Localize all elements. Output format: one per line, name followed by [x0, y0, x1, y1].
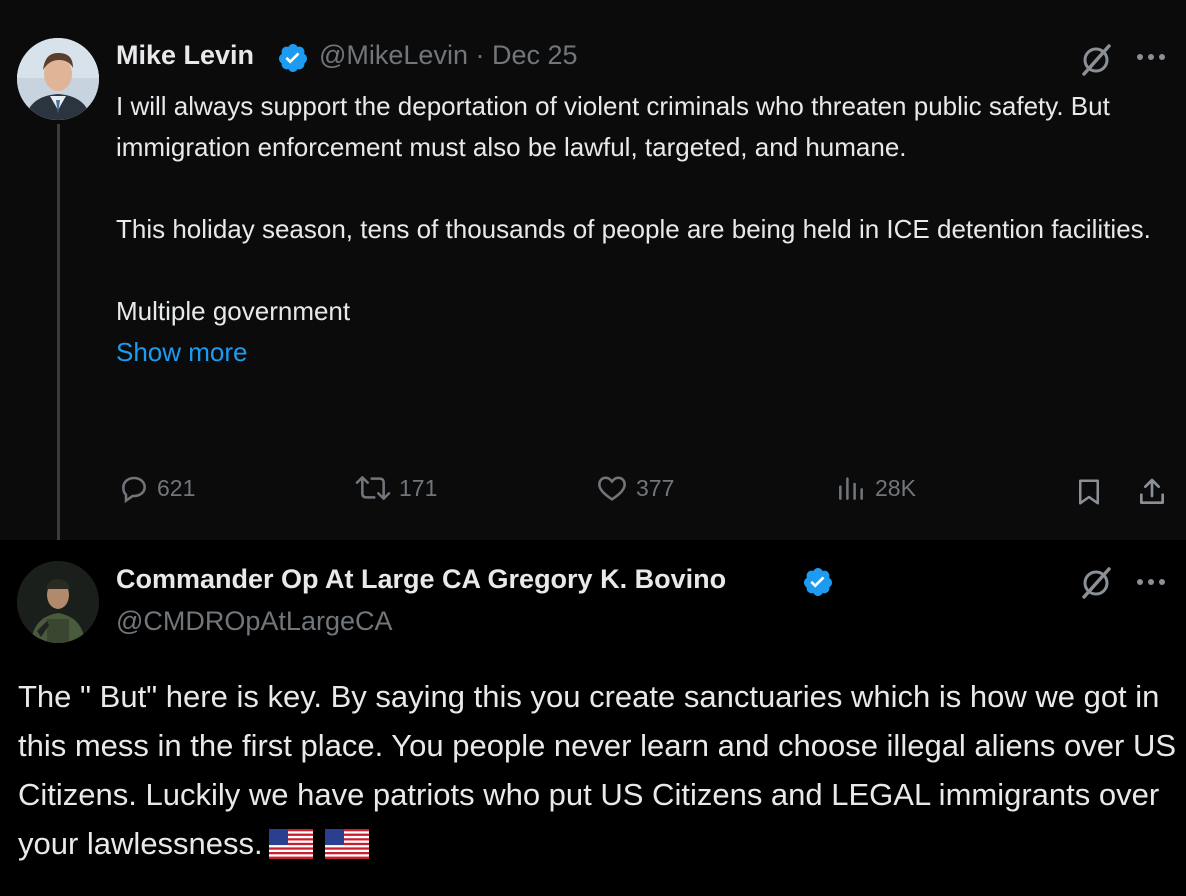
- handle-and-date[interactable]: @MikeLevin · Dec 25: [319, 40, 578, 71]
- bookmark-icon[interactable]: [1074, 476, 1104, 508]
- repost-count: 171: [399, 474, 438, 501]
- like-count: 377: [636, 474, 675, 501]
- post-paragraph: This holiday season, tens of thousands o…: [116, 214, 1151, 244]
- views-button[interactable]: 28K: [834, 472, 916, 504]
- more-icon[interactable]: [1134, 575, 1168, 589]
- post-paragraph: Multiple government: [116, 296, 351, 326]
- repost-button[interactable]: 171: [354, 472, 437, 504]
- like-button[interactable]: 377: [595, 472, 674, 504]
- reply-button[interactable]: 621: [118, 472, 195, 504]
- grok-icon[interactable]: [1078, 565, 1114, 601]
- us-flag-emoji: [268, 829, 313, 859]
- post-paragraph: I will always support the deportation of…: [116, 91, 1110, 162]
- avatar[interactable]: [17, 561, 99, 643]
- author-name[interactable]: Commander Op At Large CA Gregory K. Bovi…: [116, 564, 726, 595]
- reply-text: The " But" here is key. By saying this y…: [18, 672, 1178, 868]
- verified-icon: [803, 568, 832, 596]
- reply-body: The " But" here is key. By saying this y…: [18, 679, 1177, 861]
- reply-icon: [122, 476, 146, 504]
- us-flag-emoji: [324, 829, 369, 859]
- share-icon[interactable]: [1136, 476, 1168, 508]
- verified-icon: [278, 44, 307, 72]
- more-icon[interactable]: [1134, 50, 1168, 64]
- avatar[interactable]: [17, 38, 99, 120]
- action-bar: 621 171 377 28K: [0, 472, 1186, 516]
- author-name[interactable]: Mike Levin: [116, 40, 254, 71]
- grok-icon[interactable]: [1078, 42, 1114, 78]
- repost-icon: [355, 476, 391, 500]
- post-text: I will always support the deportation of…: [116, 86, 1166, 373]
- views-count: 28K: [875, 474, 916, 501]
- handle[interactable]: @CMDROpAtLargeCA: [116, 606, 393, 637]
- views-icon: [839, 477, 863, 500]
- reply-count: 621: [157, 474, 196, 501]
- like-icon: [598, 476, 626, 501]
- show-more-link[interactable]: Show more: [116, 332, 1166, 373]
